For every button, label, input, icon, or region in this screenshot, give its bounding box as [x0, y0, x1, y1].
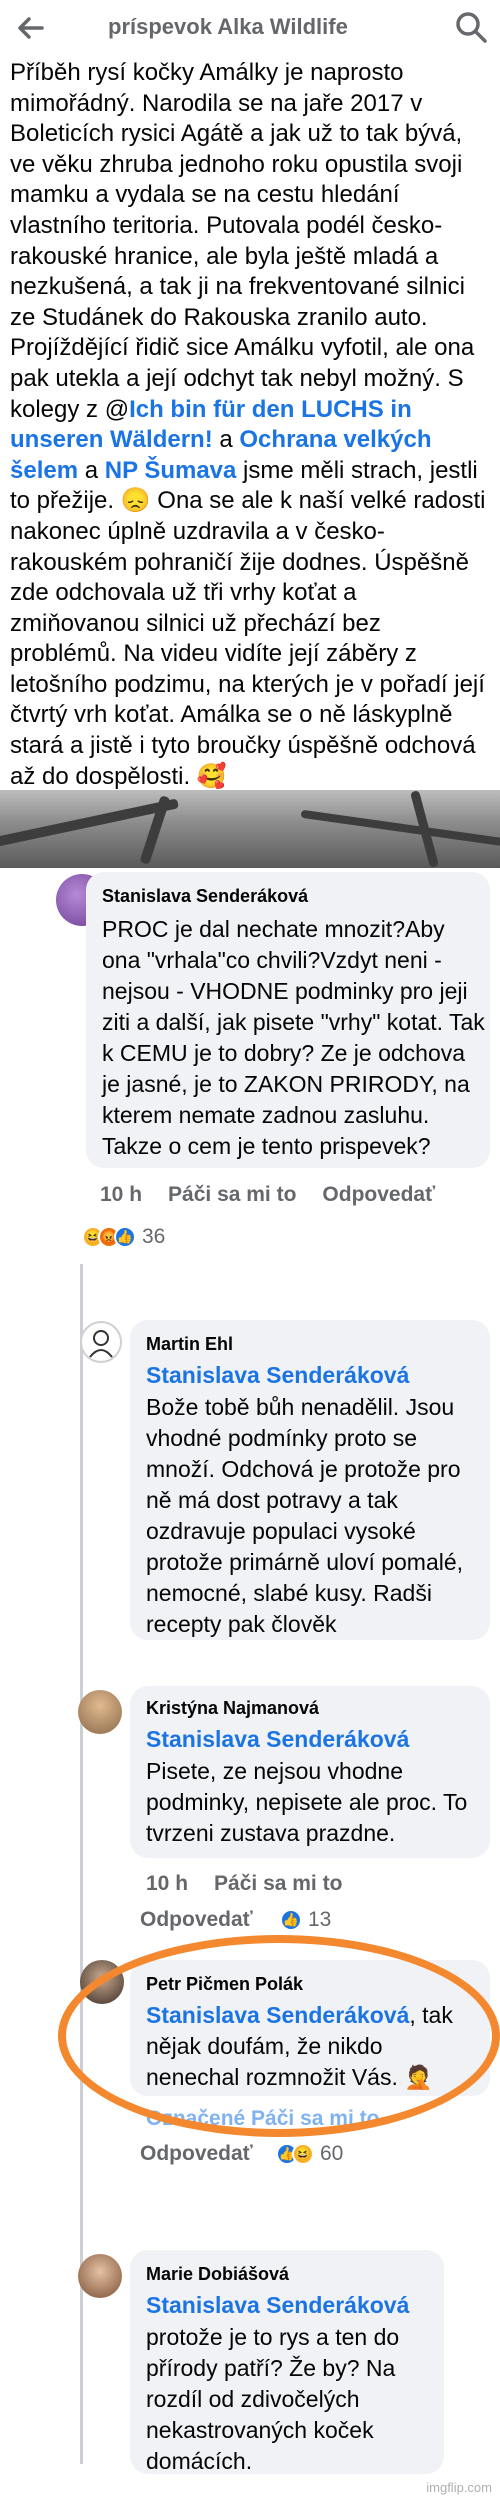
reaction-summary[interactable]: 😆 😡 👍 36	[82, 1225, 165, 1249]
like-button[interactable]: Páči sa mi to	[214, 1872, 342, 1895]
comment-actions: Odpovedať	[140, 1908, 279, 1932]
comment-mention[interactable]: Stanislava Senderáková	[146, 2290, 409, 2321]
watermark: imgflip.com	[426, 2480, 492, 2495]
comment-text: Bože tobě bůh nenadělil. Jsou vhodné pod…	[146, 1394, 464, 1637]
comment-bubble: Stanislava Senderáková PROC je dal necha…	[86, 872, 490, 1168]
comment-actions: Odpovedať	[140, 2142, 279, 2166]
comment-time: 10 h	[100, 1183, 143, 1206]
comment-bubble: Marie Dobiášová Stanislava Senderáková p…	[130, 2250, 444, 2474]
post-text-join: a	[78, 456, 105, 484]
post-text-part: Příběh rysí kočky Amálky je naprosto mim…	[10, 59, 475, 423]
comment-text: Pisete, ze nejsou vhodne podminky, nepis…	[146, 1758, 468, 1846]
reaction-count: 60	[320, 2142, 344, 2165]
comment-mention[interactable]: Stanislava Senderáková	[146, 2002, 409, 2028]
comment-bubble: Kristýna Najmanová Stanislava Senderákov…	[130, 1686, 490, 1858]
comment-author[interactable]: Petr Pičmen Polák	[146, 1974, 303, 1995]
reply-button[interactable]: Odpovedať	[322, 1183, 435, 1206]
reply-button[interactable]: Odpovedať	[140, 1908, 253, 1931]
post-photo[interactable]	[0, 790, 500, 868]
like-button[interactable]: Páči sa mi to	[168, 1183, 296, 1206]
comment-actions-partial[interactable]: Označené Páči sa mi to	[146, 2107, 379, 2131]
reaction-count: 13	[308, 1908, 332, 1931]
post-text-part: jsme měli strach, jestli to přežije. 😞 O…	[10, 456, 486, 790]
post-text: Příběh rysí kočky Amálky je naprosto mim…	[10, 58, 492, 792]
comment-time: 10 h	[146, 1872, 189, 1895]
comment-author[interactable]: Marie Dobiášová	[146, 2264, 289, 2285]
comment-text: Stanislava Senderáková, tak nějak doufám…	[146, 2000, 482, 2093]
like-reaction-icon: 👍	[280, 1909, 302, 1931]
avatar[interactable]	[78, 2254, 122, 2298]
comment-bubble: Martin Ehl Stanislava Senderáková Bože t…	[130, 1320, 490, 1640]
comment-mention[interactable]: Stanislava Senderáková	[146, 1724, 409, 1755]
comment-text: protože je to rys a ten do přírody patří…	[146, 2324, 400, 2474]
comment-bubble: Petr Pičmen Polák Stanislava Senderáková…	[130, 1960, 490, 2096]
page-link-np-sumava[interactable]: NP Šumava	[105, 457, 237, 484]
comment-author[interactable]: Kristýna Najmanová	[146, 1698, 319, 1719]
avatar[interactable]	[78, 1690, 122, 1734]
avatar[interactable]	[80, 1960, 124, 2004]
reply-button[interactable]: Odpovedať	[140, 2142, 253, 2165]
reaction-count: 36	[142, 1225, 166, 1248]
reaction-summary[interactable]: 👍 13	[280, 1908, 331, 1932]
comment-mention[interactable]: Stanislava Senderáková	[146, 1360, 409, 1391]
comment-actions: 10 h Páči sa mi to	[146, 1872, 368, 1896]
comment-author[interactable]: Stanislava Senderáková	[102, 886, 308, 907]
haha-reaction-icon: 😆	[292, 2143, 314, 2165]
photo-branch	[300, 809, 500, 849]
search-icon[interactable]	[454, 10, 488, 44]
comment-actions: 10 h Páči sa mi to Odpovedať	[100, 1183, 461, 1207]
comment-text: PROC je dal nechate mnozit?Aby ona "vrha…	[102, 916, 485, 1159]
back-arrow-icon[interactable]	[14, 12, 46, 44]
page-title: príspevok Alka Wildlife	[108, 14, 348, 39]
avatar[interactable]	[80, 1321, 122, 1363]
reaction-summary[interactable]: 👍 😆 60	[276, 2142, 343, 2166]
like-reaction-icon: 👍	[114, 1226, 136, 1248]
post-text-join: a	[212, 426, 240, 454]
top-app-bar: príspevok Alka Wildlife	[0, 0, 500, 56]
comment-author[interactable]: Martin Ehl	[146, 1334, 233, 1355]
